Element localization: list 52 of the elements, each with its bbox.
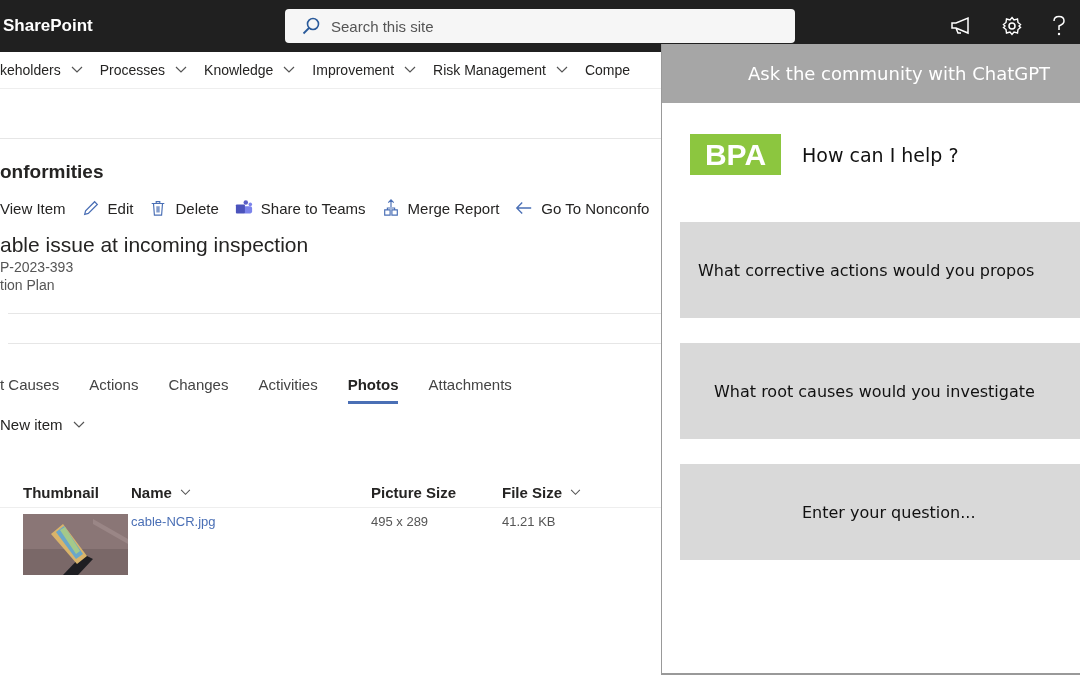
arrow-left-icon (515, 199, 534, 217)
tab[interactable]: t Causes (0, 376, 60, 404)
command-button[interactable]: Delete (149, 199, 219, 217)
command-button[interactable]: Merge Report (381, 199, 500, 217)
tab[interactable]: Activities (258, 376, 318, 404)
megaphone-icon[interactable] (950, 16, 972, 36)
chevron-down-icon[interactable] (283, 66, 296, 74)
chevron-down-icon[interactable] (72, 420, 85, 429)
command-button[interactable]: Go To Nonconfo (515, 199, 650, 217)
site-brand[interactable]: SharePoint (3, 16, 285, 36)
table-cell: 41.21 KB (502, 514, 556, 529)
command-button[interactable]: Edit (81, 199, 134, 217)
hierarchy-icon (381, 199, 400, 217)
tab[interactable]: Photos (347, 376, 399, 404)
list-title: onformities (0, 161, 105, 184)
chevron-down-icon[interactable] (555, 66, 568, 74)
chevron-down-icon[interactable] (175, 66, 188, 74)
tab[interactable]: Attachments (428, 376, 512, 404)
nav-link[interactable]: Improvement (312, 62, 395, 78)
chevron-down-icon[interactable] (70, 66, 83, 74)
pencil-icon (81, 199, 100, 217)
table-cell: 495 x 289 (371, 514, 429, 529)
chevron-down-icon[interactable] (404, 66, 417, 74)
nav-link[interactable]: Risk Management (433, 62, 546, 78)
item-title: able issue at incoming inspection (0, 233, 310, 257)
command-button[interactable]: Share to Teams (234, 199, 366, 217)
tab[interactable]: Changes (168, 376, 229, 404)
suggestion-button[interactable]: What root causes would you investigate (680, 343, 1080, 439)
new-item-button[interactable]: New item (0, 416, 63, 433)
column-header[interactable]: File Size (502, 483, 563, 501)
help-icon[interactable] (1052, 15, 1066, 37)
nav-link[interactable]: Processes (99, 62, 166, 78)
column-header[interactable]: Thumbnail (23, 483, 99, 501)
tab[interactable]: Actions (89, 376, 139, 404)
chevron-down-icon[interactable] (179, 488, 191, 496)
nav-link[interactable]: Knowledge (204, 62, 274, 78)
nav-link[interactable]: Compe (584, 62, 630, 78)
search-field[interactable]: Search this site (285, 9, 795, 43)
question-input[interactable]: Enter your question... (680, 464, 1080, 560)
panel-title: Ask the community with ChatGPT (748, 63, 1051, 84)
file-link[interactable]: cable-NCR.jpg (131, 514, 216, 529)
column-header[interactable]: Picture Size (371, 483, 457, 501)
item-id: P-2023-393 (0, 259, 75, 275)
item-status: tion Plan (0, 277, 56, 293)
greeting-text: How can I help ? (802, 143, 959, 166)
column-header[interactable]: Name (131, 483, 172, 501)
command-button[interactable]: View Item (0, 199, 66, 217)
chevron-down-icon[interactable] (570, 488, 582, 496)
logo: BPA (690, 134, 781, 175)
settings-icon[interactable] (1002, 16, 1022, 36)
suggestion-button[interactable]: What corrective actions would you propos (680, 222, 1080, 318)
nav-link[interactable]: keholders (0, 62, 61, 78)
